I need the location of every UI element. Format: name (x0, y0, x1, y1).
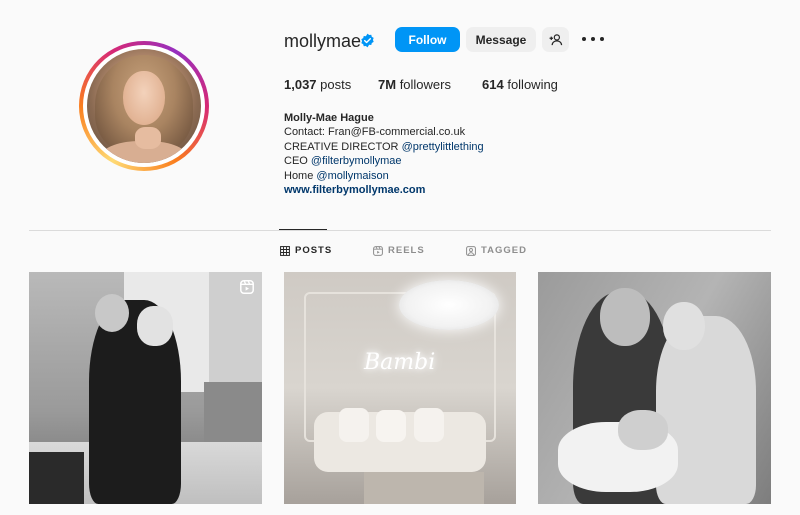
posts-count: 1,037 (284, 77, 317, 92)
bio-line-home: Home @mollymaison (284, 169, 484, 183)
post-thumbnail-2[interactable]: Bambi (284, 272, 516, 504)
add-user-icon (549, 33, 562, 45)
following-label: following (507, 77, 558, 92)
tab-reels-label: REELS (388, 245, 425, 256)
tagged-icon (466, 245, 476, 256)
post1-head (95, 294, 129, 332)
bio-ceo-prefix: CEO (284, 155, 311, 168)
verified-badge-icon (361, 33, 374, 48)
reel-indicator-icon (240, 280, 254, 294)
profile-username: mollymae (284, 31, 362, 51)
message-button[interactable]: Message (466, 27, 536, 52)
grid-icon (280, 245, 290, 256)
avatar (87, 49, 201, 163)
posts-label: posts (320, 77, 352, 92)
mention-filterbymollymae[interactable]: @filterbymollymae (311, 155, 402, 167)
stat-following[interactable]: 614 following (482, 77, 558, 92)
avatar-face (123, 71, 165, 125)
post2-cushion (339, 408, 369, 442)
post2-cloud-light (399, 280, 499, 330)
tab-posts-label: POSTS (295, 245, 333, 256)
avatar-gap (83, 45, 205, 167)
bio-line-ceo: CEO @filterbymollymae (284, 154, 484, 168)
tab-tagged[interactable]: TAGGED (466, 245, 527, 256)
post2-crib (364, 472, 484, 504)
post2-neon-sign: Bambi (364, 350, 436, 375)
bio-contact: Contact: Fran@FB-commercial.co.uk (284, 126, 466, 139)
bio-name: Molly-Mae Hague (284, 112, 374, 124)
bio-home-prefix: Home (284, 169, 317, 182)
stat-posts: 1,037 posts (284, 77, 351, 92)
reels-icon (373, 245, 383, 256)
avatar-hand (135, 127, 161, 149)
bio-creative-prefix: CREATIVE DIRECTOR (284, 140, 402, 153)
post3-baby (618, 410, 668, 450)
stat-followers[interactable]: 7M followers (378, 77, 451, 92)
tab-posts[interactable]: POSTS (280, 245, 332, 256)
post1-baby (137, 306, 173, 346)
mention-mollymaison[interactable]: @mollymaison (316, 170, 388, 182)
post1-table (29, 452, 84, 504)
post3-man-head (600, 288, 650, 346)
profile-avatar-ring[interactable] (79, 41, 209, 171)
active-tab-indicator (279, 229, 327, 230)
post2-cushion (376, 410, 406, 442)
bio-line-creative: CREATIVE DIRECTOR @prettylittlething (284, 140, 484, 154)
tab-reels[interactable]: REELS (373, 245, 425, 256)
add-user-button[interactable] (542, 27, 569, 52)
followers-count: 7M (378, 77, 397, 92)
post2-cushion (414, 408, 444, 442)
tabs-divider (29, 230, 771, 231)
followers-label: followers (399, 77, 451, 92)
profile-bio: Molly-Mae Hague Contact: Fran@FB-commerc… (284, 111, 484, 197)
post-thumbnail-3[interactable] (538, 272, 771, 504)
follow-button[interactable]: Follow (395, 27, 460, 52)
post-thumbnail-1[interactable] (29, 272, 262, 504)
tab-tagged-label: TAGGED (481, 245, 527, 256)
post3-woman-head (663, 302, 705, 350)
more-options-icon[interactable] (582, 30, 604, 48)
mention-prettylittlething[interactable]: @prettylittlething (402, 141, 484, 153)
bio-website-link[interactable]: www.filterbymollymae.com (284, 183, 484, 197)
following-count: 614 (482, 77, 504, 92)
